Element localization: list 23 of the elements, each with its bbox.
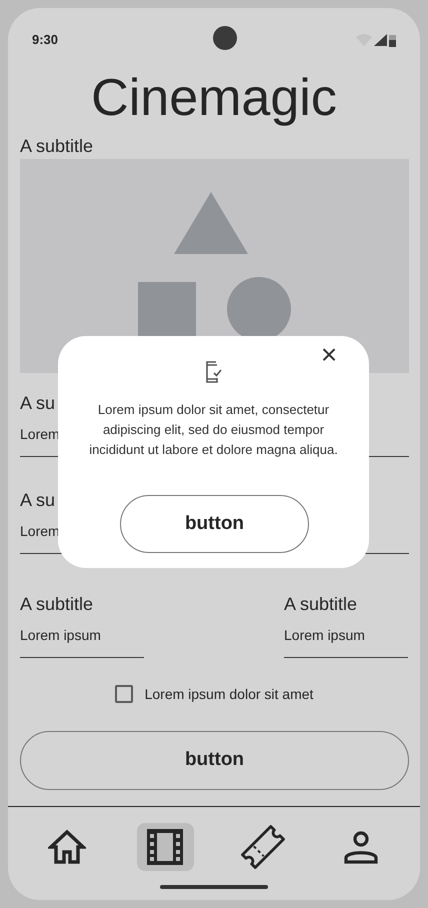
app-title: Cinemagic [90, 72, 338, 124]
text-field[interactable]: Lorem ipsum [20, 625, 144, 658]
dialog-button[interactable]: button [120, 495, 309, 553]
ticket-icon [240, 824, 286, 870]
checkbox-label: Lorem ipsum dolor sit amet [144, 684, 314, 704]
signal-icon [374, 34, 387, 46]
person-icon [344, 830, 378, 864]
section-subtitle: A subtitle [20, 135, 94, 158]
dialog-message: Lorem ipsum dolor sit amet, consectetur adipiscing elit, sed do eiusmod tempor incididunt ut labore et dolore magna aliqua. [88, 401, 339, 459]
status-time: 9:30 [32, 31, 58, 50]
field-label: A su [20, 392, 56, 415]
nav-tab[interactable] [136, 823, 194, 871]
film-icon [145, 827, 185, 867]
text-field[interactable]: Lorem ipsum [284, 625, 408, 658]
checkbox[interactable] [114, 685, 133, 703]
field-label: A su [20, 489, 56, 512]
close-button[interactable]: × [319, 342, 339, 368]
main-button[interactable]: button [20, 731, 409, 790]
phone-check-icon [205, 361, 223, 383]
home-icon [48, 829, 86, 865]
field-label: A subtitle [284, 593, 358, 616]
battery-icon [389, 34, 396, 46]
field-label: A subtitle [20, 593, 94, 616]
